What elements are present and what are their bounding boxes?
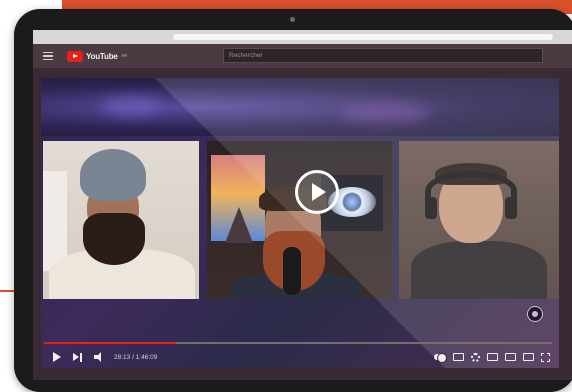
- microphone: [283, 247, 301, 295]
- youtube-play-icon: [67, 50, 83, 62]
- play-icon[interactable]: [53, 352, 61, 362]
- search-input[interactable]: Rechercher: [223, 48, 543, 63]
- tablet-screen: YouTube FR Rechercher: [33, 30, 572, 380]
- cast-icon[interactable]: [523, 353, 534, 361]
- participant-left: [43, 141, 199, 299]
- browser-bar: [33, 30, 572, 44]
- youtube-logo[interactable]: YouTube FR: [67, 50, 127, 62]
- menu-icon[interactable]: [43, 51, 53, 61]
- camera-dot: [290, 17, 295, 22]
- autoplay-toggle-icon[interactable]: [434, 353, 447, 363]
- progress-bar[interactable]: [44, 342, 552, 344]
- time-display: 28:13 / 1:46:09: [114, 353, 158, 361]
- youtube-region: FR: [121, 52, 127, 58]
- subtitles-icon[interactable]: [453, 353, 464, 361]
- play-button-icon[interactable]: [295, 170, 339, 214]
- volume-muted-icon[interactable]: [94, 352, 104, 362]
- video-player[interactable]: [41, 78, 559, 368]
- participant-center: [207, 141, 392, 299]
- fullscreen-icon[interactable]: [541, 352, 550, 362]
- settings-icon[interactable]: [471, 352, 480, 362]
- address-bar[interactable]: [173, 34, 553, 40]
- progress-fill: [44, 342, 177, 344]
- youtube-header: YouTube FR Rechercher: [33, 44, 572, 68]
- painting: [211, 155, 265, 243]
- next-icon[interactable]: [73, 352, 82, 362]
- video-banner: [41, 78, 559, 136]
- theater-mode-icon[interactable]: [505, 353, 516, 361]
- miniplayer-icon[interactable]: [487, 353, 498, 361]
- youtube-logo-text: YouTube: [86, 51, 118, 61]
- player-controls: 28:13 / 1:46:09: [33, 346, 572, 368]
- channel-watermark-icon[interactable]: [527, 306, 543, 322]
- participant-right: [399, 141, 559, 299]
